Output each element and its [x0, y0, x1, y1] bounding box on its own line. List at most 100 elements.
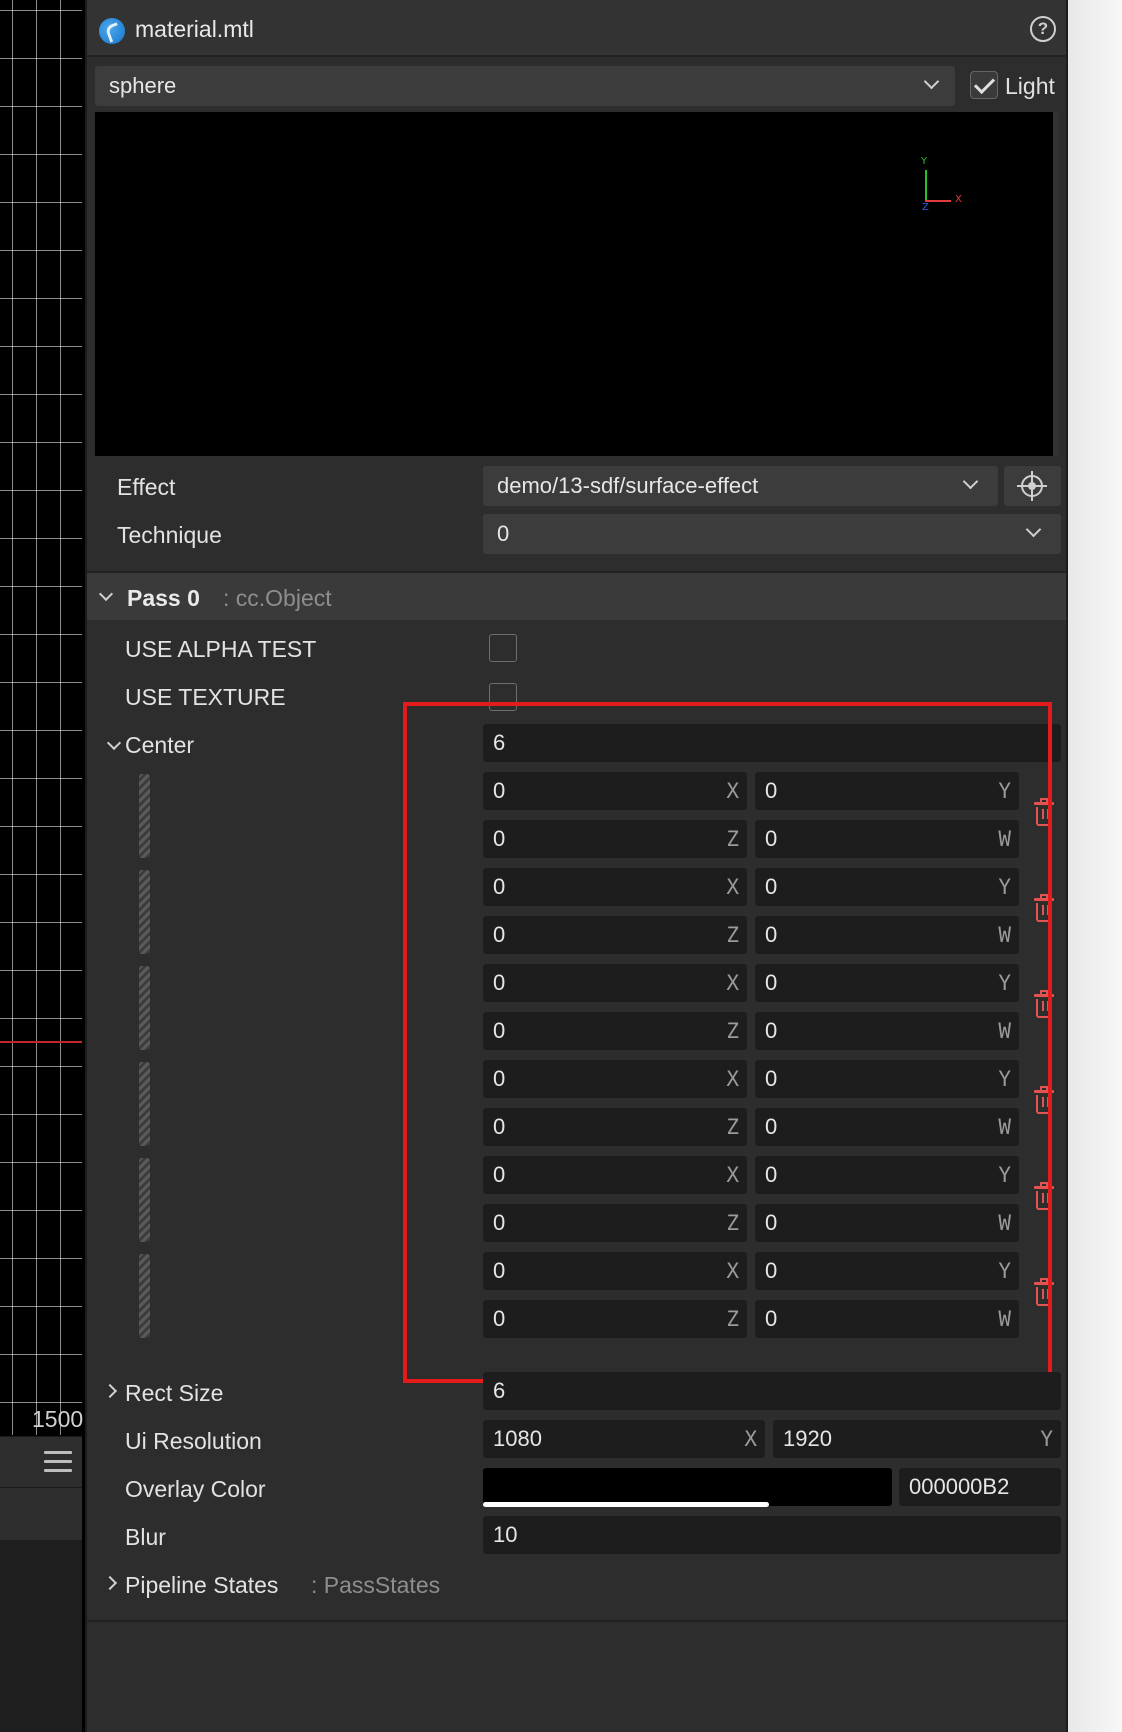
center-item-drag-handle[interactable] — [139, 1254, 150, 1338]
center-item-x-input[interactable]: 0X — [483, 772, 747, 810]
menu-icon[interactable] — [44, 1451, 72, 1473]
section-divider — [87, 1620, 1066, 1622]
center-item-x-input[interactable]: 0X — [483, 964, 747, 1002]
w-axis-label: W — [998, 827, 1011, 851]
center-item-z-input[interactable]: 0Z — [483, 1300, 747, 1338]
center-item-w-input[interactable]: 0W — [755, 916, 1019, 954]
center-item-y-input[interactable]: 0Y — [755, 964, 1019, 1002]
center-item-w-input[interactable]: 0W — [755, 1300, 1019, 1338]
center-item-x-value: 0 — [493, 778, 506, 803]
chevron-down-icon — [962, 473, 979, 490]
center-item-w-input[interactable]: 0W — [755, 1012, 1019, 1050]
center-item-x-input[interactable]: 0X — [483, 1156, 747, 1194]
rect-size-label: Rect Size — [125, 1380, 224, 1406]
center-item-y-value: 0 — [765, 1162, 778, 1187]
z-axis-label: Z — [726, 1307, 739, 1331]
center-item-z-value: 0 — [493, 826, 506, 851]
center-item-x-input[interactable]: 0X — [483, 868, 747, 906]
ui-resolution-y-input[interactable]: 1920 Y — [773, 1420, 1061, 1458]
chevron-down-icon — [98, 586, 114, 602]
center-item-w-input[interactable]: 0W — [755, 1204, 1019, 1242]
z-axis-label: Z — [726, 827, 739, 851]
pipeline-states-type: : PassStates — [311, 1572, 441, 1598]
delete-item-icon[interactable] — [1032, 1182, 1056, 1212]
center-label: Center — [125, 732, 195, 758]
chevron-right-icon[interactable] — [102, 1575, 118, 1591]
use-alpha-test-checkbox[interactable] — [489, 634, 517, 662]
center-item-w-input[interactable]: 0W — [755, 1108, 1019, 1146]
ui-resolution-label: Ui Resolution — [125, 1428, 262, 1454]
center-item-y-input[interactable]: 0Y — [755, 1060, 1019, 1098]
rect-size-array-size-input[interactable]: 6 — [483, 1372, 1061, 1410]
center-item-w-input[interactable]: 0W — [755, 820, 1019, 858]
pass-0-header[interactable]: Pass 0 : cc.Object — [87, 571, 1066, 620]
blur-input[interactable]: 10 — [483, 1516, 1061, 1554]
center-item-w-value: 0 — [765, 1114, 778, 1139]
center-item-y-input[interactable]: 0Y — [755, 1156, 1019, 1194]
center-item-drag-handle[interactable] — [139, 774, 150, 858]
axis-gizmo-icon: Y X Z — [915, 156, 975, 230]
scene-grid — [0, 0, 82, 1435]
center-item-drag-handle[interactable] — [139, 870, 150, 954]
use-alpha-test-label: USE ALPHA TEST — [125, 636, 317, 662]
scene-view[interactable]: 1500 — [0, 0, 85, 1732]
center-item-y-value: 0 — [765, 874, 778, 899]
center-item-z-input[interactable]: 0Z — [483, 916, 747, 954]
w-axis-label: W — [998, 923, 1011, 947]
center-item-w-value: 0 — [765, 1210, 778, 1235]
use-texture-checkbox[interactable] — [489, 683, 517, 711]
use-texture-label: USE TEXTURE — [125, 684, 286, 710]
center-item-z-input[interactable]: 0Z — [483, 1204, 747, 1242]
pass-title: Pass 0 — [127, 585, 200, 611]
x-axis-label: X — [726, 875, 739, 899]
center-item-z-input[interactable]: 0Z — [483, 820, 747, 858]
delete-item-icon[interactable] — [1032, 1278, 1056, 1308]
preview-shape-select[interactable]: sphere — [95, 66, 955, 106]
light-checkbox[interactable] — [970, 71, 998, 99]
center-item-y-input[interactable]: 0Y — [755, 868, 1019, 906]
center-item-y-input[interactable]: 0Y — [755, 1252, 1019, 1290]
center-item-z-value: 0 — [493, 1018, 506, 1043]
chevron-right-icon[interactable] — [102, 1383, 118, 1399]
center-item-y-input[interactable]: 0Y — [755, 772, 1019, 810]
technique-select[interactable]: 0 — [483, 514, 1061, 554]
y-axis-label: Y — [998, 1067, 1011, 1091]
window-edge — [1068, 0, 1122, 1732]
chevron-down-icon[interactable] — [106, 735, 122, 751]
technique-label: Technique — [117, 522, 222, 548]
locate-effect-button[interactable] — [1004, 466, 1061, 506]
center-item-w-value: 0 — [765, 826, 778, 851]
center-item-z-input[interactable]: 0Z — [483, 1012, 747, 1050]
center-item-drag-handle[interactable] — [139, 966, 150, 1050]
z-axis-label: Z — [726, 1115, 739, 1139]
w-axis-label: W — [998, 1019, 1011, 1043]
ui-resolution-x-value: 1080 — [493, 1426, 542, 1451]
delete-item-icon[interactable] — [1032, 894, 1056, 924]
material-preview-viewport[interactable]: Y X Z — [95, 112, 1059, 456]
delete-item-icon[interactable] — [1032, 1086, 1056, 1116]
center-item-y-value: 0 — [765, 1066, 778, 1091]
delete-item-icon[interactable] — [1032, 798, 1056, 828]
help-icon[interactable]: ? — [1030, 16, 1056, 42]
y-axis-label: Y — [998, 779, 1011, 803]
effect-select[interactable]: demo/13-sdf/surface-effect — [483, 466, 998, 506]
center-item-w-value: 0 — [765, 1306, 778, 1331]
overlay-color-hex-input[interactable]: 000000B2 — [899, 1468, 1061, 1506]
center-item-x-value: 0 — [493, 1162, 506, 1187]
ui-resolution-x-input[interactable]: 1080 X — [483, 1420, 765, 1458]
delete-item-icon[interactable] — [1032, 990, 1056, 1020]
center-item-x-value: 0 — [493, 1258, 506, 1283]
gizmo-z-label: Z — [922, 202, 929, 213]
center-item-x-input[interactable]: 0X — [483, 1252, 747, 1290]
center-item-z-input[interactable]: 0Z — [483, 1108, 747, 1146]
center-item-drag-handle[interactable] — [139, 1158, 150, 1242]
scene-toolbar — [0, 1436, 82, 1488]
center-item-x-input[interactable]: 0X — [483, 1060, 747, 1098]
y-axis-label: Y — [1040, 1427, 1053, 1451]
z-axis-label: Z — [726, 1019, 739, 1043]
scene-x-axis-line — [0, 1041, 82, 1043]
center-array-size-input[interactable]: 6 — [483, 724, 1061, 762]
center-item-drag-handle[interactable] — [139, 1062, 150, 1146]
center-item-z-value: 0 — [493, 922, 506, 947]
overlay-color-swatch[interactable] — [483, 1468, 892, 1506]
